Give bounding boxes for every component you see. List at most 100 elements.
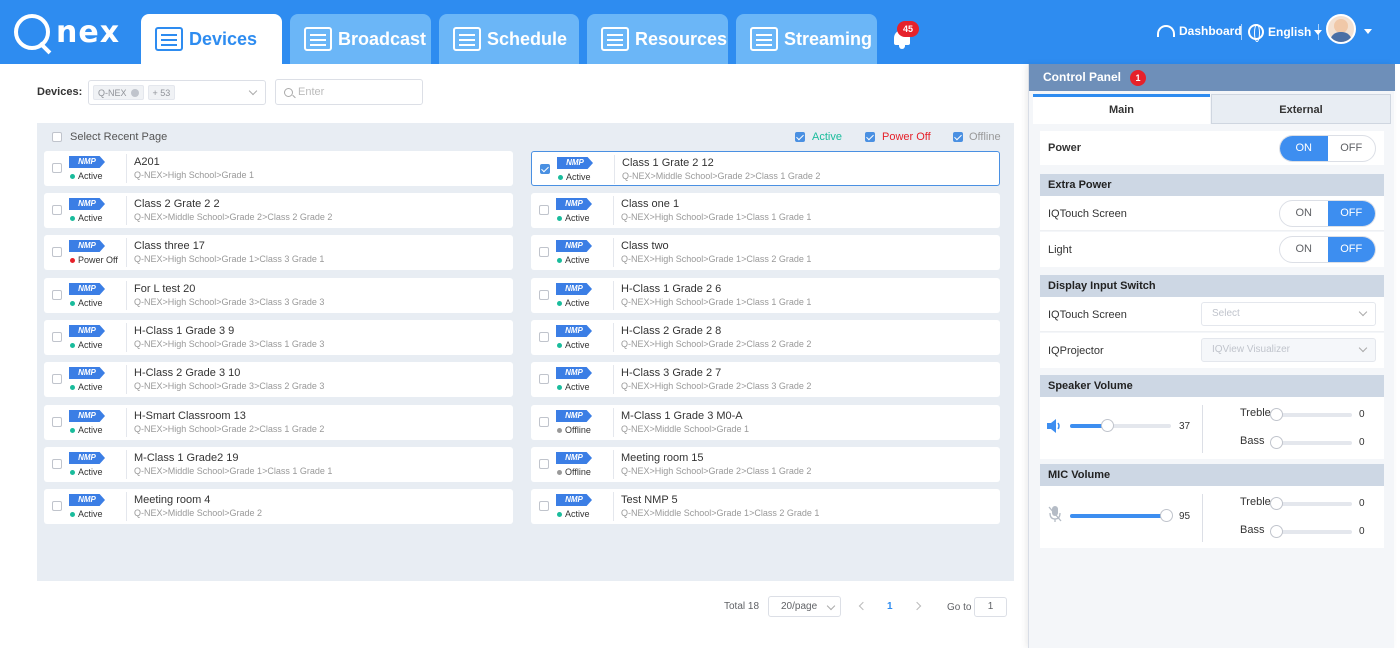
page-size-select[interactable]: 20/page [768,596,841,617]
light-on-button[interactable]: ON [1280,237,1328,262]
speaker-volume-slider[interactable] [1070,419,1171,432]
mic-treble-slider[interactable] [1270,497,1352,510]
tab-schedule[interactable]: Schedule [439,14,579,64]
avatar-chevron-down-icon[interactable] [1364,29,1372,34]
tab-devices[interactable]: Devices [141,14,282,64]
device-card[interactable]: NMP Active H-Class 3 Grade 2 7 Q-NEX>High S… [531,362,1000,397]
device-path: Q-NEX>High School>Grade 2>Class 1 Grade … [621,466,812,476]
device-card[interactable]: NMP Active Class 1 Grate 2 12 Q-NEX>Middle … [531,151,1000,186]
iqtouch-input-select[interactable]: Select [1201,302,1376,326]
device-checkbox[interactable] [52,374,62,384]
device-checkbox[interactable] [52,163,62,173]
device-card[interactable]: NMP Active Class two Q-NEX>High School>Grad… [531,235,1000,270]
device-checkbox[interactable] [52,501,62,511]
power-toggle[interactable]: ON OFF [1279,135,1376,162]
tab-schedule-label: Schedule [487,28,568,49]
device-checkbox[interactable] [52,205,62,215]
tab-streaming[interactable]: Streaming [736,14,877,64]
mic-volume-slider[interactable] [1070,509,1173,522]
device-checkbox[interactable] [539,417,549,427]
select-recent-checkbox[interactable] [52,132,62,142]
tab-broadcast[interactable]: Broadcast [290,14,431,64]
device-card[interactable]: NMP Active For L test 20 Q-NEX>High School>… [44,278,513,313]
device-checkbox[interactable] [539,247,549,257]
device-checkbox[interactable] [52,290,62,300]
qnex-logo[interactable]: nex [14,14,126,50]
device-card[interactable]: NMP Active H-Class 2 Grade 3 10 Q-NEX>High … [44,362,513,397]
divider [613,450,614,479]
mic-volume-handle[interactable] [1160,509,1173,522]
device-card[interactable]: NMP Active M-Class 1 Grade2 19 Q-NEX>Middle… [44,447,513,482]
device-card[interactable]: NMP Active H-Class 1 Grade 2 6 Q-NEX>High S… [531,278,1000,313]
current-page[interactable]: 1 [887,601,893,612]
iqprojector-input-select[interactable]: IQView Visualizer [1201,338,1376,362]
devices-select[interactable]: Q-NEX + 53 [88,80,266,105]
speaker-icon[interactable] [1046,419,1062,433]
device-checkbox[interactable] [539,205,549,215]
device-card[interactable]: NMP Power Off Class three 17 Q-NEX>High Sch… [44,235,513,270]
speaker-treble-slider[interactable] [1270,408,1352,421]
divider [613,365,614,394]
device-card[interactable]: NMP Offline Meeting room 15 Q-NEX>High Scho… [531,447,1000,482]
filter-power-off-checkbox[interactable] [865,132,875,142]
iqtouch-on-button[interactable]: ON [1280,201,1328,226]
status-dot-icon [70,384,75,390]
filter-active-label: Active [812,131,842,143]
iqtouch-power-toggle[interactable]: ON OFF [1279,200,1376,227]
device-checkbox[interactable] [52,417,62,427]
device-name: Test NMP 5 [621,494,678,506]
language-selector[interactable]: English [1248,24,1323,42]
mic-treble-handle[interactable] [1270,497,1283,510]
device-checkbox[interactable] [539,290,549,300]
mic-muted-icon[interactable] [1048,505,1062,523]
dashboard-link[interactable]: Dashboard [1157,24,1242,38]
nmp-device-icon: NMP [556,494,592,506]
speaker-bass-slider[interactable] [1270,436,1352,449]
device-card[interactable]: NMP Active Meeting room 4 Q-NEX>Middle Scho… [44,489,513,524]
power-on-button[interactable]: ON [1280,136,1328,161]
filter-offline-checkbox[interactable] [953,132,963,142]
device-checkbox[interactable] [52,247,62,257]
search-input[interactable] [298,86,408,98]
device-card[interactable]: NMP Active Class one 1 Q-NEX>High School>Gr… [531,193,1000,228]
device-card[interactable]: NMP Active H-Class 2 Grade 2 8 Q-NEX>High S… [531,320,1000,355]
tag-close-icon[interactable] [130,88,139,97]
status-dot-icon [557,511,562,517]
search-box[interactable] [275,79,423,105]
device-checkbox[interactable] [52,459,62,469]
mic-bass-slider[interactable] [1270,525,1352,538]
device-card[interactable]: NMP Active H-Smart Classroom 13 Q-NEX>High … [44,405,513,440]
device-checkbox[interactable] [539,374,549,384]
mic-bass-handle[interactable] [1270,525,1283,538]
device-checkbox[interactable] [540,164,550,174]
device-checkbox[interactable] [52,332,62,342]
dashboard-label: Dashboard [1179,24,1242,38]
tab-external[interactable]: External [1211,94,1391,124]
filter-active-checkbox[interactable] [795,132,805,142]
device-checkbox[interactable] [539,332,549,342]
prev-page-icon[interactable] [858,601,868,611]
page-size-label: 20/page [781,601,818,612]
user-avatar[interactable] [1326,14,1356,44]
tab-streaming-label: Streaming [784,28,873,49]
power-off-button[interactable]: OFF [1328,136,1376,161]
device-path: Q-NEX>Middle School>Grade 2 [134,508,263,518]
device-card[interactable]: NMP Active Class 2 Grate 2 2 Q-NEX>Middle S… [44,193,513,228]
speaker-volume-handle[interactable] [1101,419,1114,432]
light-power-toggle[interactable]: ON OFF [1279,236,1376,263]
device-card[interactable]: NMP Active A201 Q-NEX>High School>Grade 1 [44,151,513,186]
speaker-bass-handle[interactable] [1270,436,1283,449]
light-off-button[interactable]: OFF [1327,237,1375,262]
device-card[interactable]: NMP Offline M-Class 1 Grade 3 M0-A Q-NEX>Mi… [531,405,1000,440]
goto-page-input[interactable]: 1 [974,597,1007,617]
tab-main[interactable]: Main [1033,94,1210,124]
device-card[interactable]: NMP Active H-Class 1 Grade 3 9 Q-NEX>High S… [44,320,513,355]
iqtouch-off-button[interactable]: OFF [1327,201,1375,226]
speaker-treble-handle[interactable] [1270,408,1283,421]
tab-resources[interactable]: Resources [587,14,728,64]
device-checkbox[interactable] [539,459,549,469]
next-page-icon[interactable] [912,601,922,611]
iqtouch-input-label: IQTouch Screen [1048,309,1127,321]
device-checkbox[interactable] [539,501,549,511]
device-card[interactable]: NMP Active Test NMP 5 Q-NEX>Middle School>G… [531,489,1000,524]
